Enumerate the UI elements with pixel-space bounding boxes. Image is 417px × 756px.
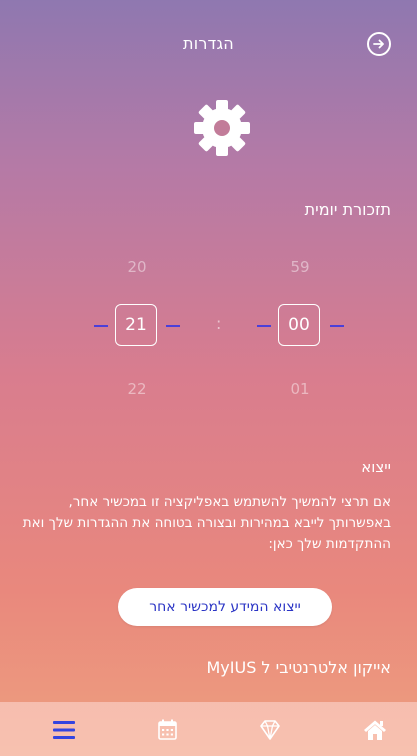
calendar-icon	[158, 719, 177, 740]
minute-left-dash	[257, 325, 271, 327]
hour-left-dash	[94, 325, 108, 327]
export-title: ייצוא	[361, 458, 391, 476]
export-description: אם תרצי להמשיך להשתמש באפליקציה זו במכשי…	[22, 494, 391, 552]
bottom-nav	[0, 702, 417, 756]
hour-selected[interactable]: 21	[115, 304, 157, 346]
minute-next[interactable]: 01	[278, 380, 322, 398]
hour-next[interactable]: 22	[115, 380, 159, 398]
nav-menu[interactable]	[52, 718, 78, 742]
arrow-right-circle-icon	[373, 39, 384, 49]
time-picker: 20 21 22 : 59 00 01	[0, 250, 417, 410]
page-title: הגדרות	[183, 34, 234, 53]
nav-calendar[interactable]	[155, 718, 181, 742]
hour-prev[interactable]: 20	[115, 258, 159, 276]
home-icon	[364, 720, 386, 740]
minute-right-dash	[330, 325, 344, 327]
alternative-icon-title: אייקון אלטרנטיבי ל MyIUS	[206, 658, 391, 677]
menu-icon	[53, 721, 75, 739]
header: הגדרות	[0, 0, 417, 90]
gear-icon	[194, 100, 250, 156]
export-data-button[interactable]: ייצוא המידע למכשיר אחר	[118, 588, 332, 626]
daily-reminder-title: תזכורת יומית	[304, 200, 391, 219]
minute-prev[interactable]: 59	[278, 258, 322, 276]
minute-selected[interactable]: 00	[278, 304, 320, 346]
time-separator: :	[216, 314, 222, 333]
nav-diamond[interactable]	[257, 718, 283, 742]
hour-right-dash	[166, 325, 180, 327]
nav-home[interactable]	[362, 718, 388, 742]
back-button[interactable]	[367, 32, 391, 56]
diamond-icon	[260, 720, 280, 740]
